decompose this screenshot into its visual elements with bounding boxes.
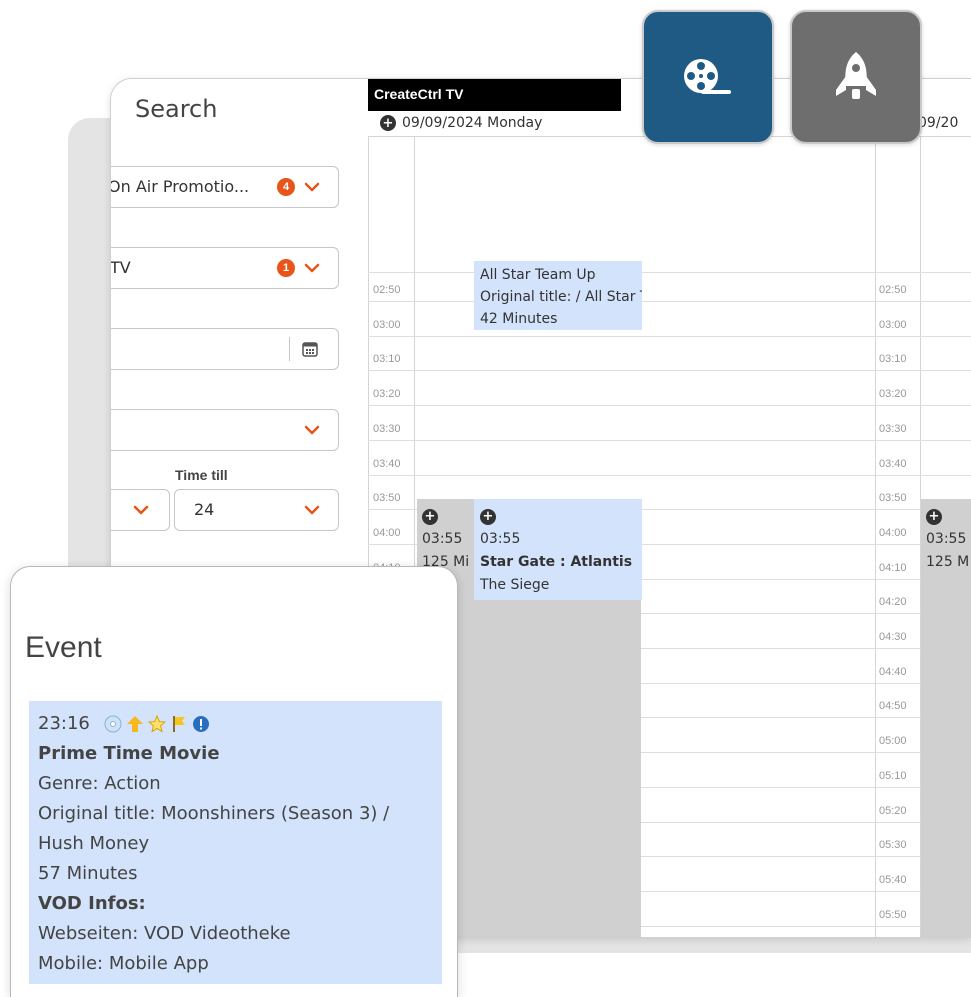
add-event-icon[interactable]: + bbox=[380, 115, 396, 131]
date-label: 09/09/2024 Monday bbox=[402, 115, 543, 131]
info-alert-icon bbox=[192, 716, 209, 732]
flag-icon bbox=[172, 716, 185, 732]
event-title: All Star Team Up bbox=[480, 267, 596, 283]
date-label-secondary: 09/20 bbox=[918, 115, 959, 131]
time-label: 05:10 bbox=[879, 769, 907, 782]
grid-line bbox=[368, 370, 971, 372]
event-original-title-cont: Hush Money bbox=[38, 833, 150, 854]
time-label: 03:50 bbox=[373, 492, 401, 505]
chevron-down-icon bbox=[304, 182, 320, 192]
time-label: 04:00 bbox=[373, 526, 401, 539]
channel-count-badge: 1 bbox=[277, 259, 295, 277]
chevron-down-icon bbox=[133, 505, 149, 515]
promotion-select-value: On Air Promotio... bbox=[111, 177, 250, 196]
event-time: 03:55 bbox=[480, 531, 521, 547]
rocket-tile-button[interactable] bbox=[790, 10, 922, 144]
time-label: 04:50 bbox=[879, 700, 907, 713]
event-genre: Genre: Action bbox=[38, 773, 161, 794]
vod-mobile: Mobile: Mobile App bbox=[38, 953, 209, 974]
time-label: 03:30 bbox=[373, 422, 401, 435]
time-label: 02:50 bbox=[879, 284, 907, 296]
time-label: 05:20 bbox=[879, 804, 907, 817]
film-tile-button[interactable] bbox=[642, 10, 774, 144]
chevron-down-icon bbox=[304, 505, 320, 515]
date-header-primary: + 09/09/2024 Monday bbox=[380, 115, 542, 131]
event-detail-body: 23:16 Prime Time Movie Genre: Action Ori… bbox=[29, 701, 442, 984]
chevron-down-icon bbox=[304, 425, 320, 435]
disc-icon bbox=[104, 715, 122, 733]
time-label: 05:50 bbox=[879, 908, 907, 921]
time-label: 03:40 bbox=[879, 457, 907, 470]
arrow-up-icon bbox=[126, 716, 143, 732]
time-label: 03:20 bbox=[373, 388, 401, 401]
time-label: 04:40 bbox=[879, 665, 907, 678]
event-duration: 125 M bbox=[926, 554, 970, 570]
event-time-row: 23:16 bbox=[38, 709, 433, 739]
time-label: 03:00 bbox=[373, 318, 401, 331]
grid-line bbox=[368, 405, 971, 407]
time-label: 04:00 bbox=[879, 526, 907, 539]
time-label: 03:20 bbox=[879, 388, 907, 401]
column-divider bbox=[875, 137, 876, 937]
calendar-icon[interactable] bbox=[302, 341, 318, 357]
time-label: 02:50 bbox=[373, 284, 401, 296]
event-block-all-star[interactable]: All Star Team Up Original title: / All S… bbox=[474, 261, 642, 330]
time-label: 03:00 bbox=[879, 318, 907, 331]
event-duration: 42 Minutes bbox=[480, 311, 558, 327]
event-detail-card: Event 23:16 Prime Time Movie Genre: Acti… bbox=[10, 566, 458, 997]
event-block-star-gate[interactable]: + 03:55 Star Gate : Atlantis The Siege bbox=[474, 499, 642, 600]
event-time: 03:55 bbox=[422, 531, 463, 547]
time-label: 03:30 bbox=[879, 422, 907, 435]
time-till-select[interactable]: 24 bbox=[174, 489, 339, 531]
add-event-icon[interactable]: + bbox=[422, 508, 438, 525]
event-time: 23:16 bbox=[38, 713, 90, 734]
time-label: 04:10 bbox=[879, 561, 907, 574]
promotion-select[interactable]: On Air Promotio... 4 bbox=[111, 166, 339, 208]
event-name: Prime Time Movie bbox=[38, 743, 220, 764]
schedule-grid: CreateCtrl TV + 09/09/2024 Monday 09/20 … bbox=[368, 79, 971, 937]
promotion-count-badge: 4 bbox=[277, 178, 295, 196]
grid-line bbox=[368, 474, 971, 476]
film-reel-icon bbox=[684, 59, 731, 94]
star-icon bbox=[147, 715, 166, 733]
rocket-icon bbox=[836, 52, 876, 99]
time-label: 05:40 bbox=[879, 873, 907, 886]
time-label: 05:30 bbox=[879, 839, 907, 852]
add-event-icon[interactable]: + bbox=[480, 508, 496, 525]
event-title: Star Gate : Atlantis bbox=[480, 554, 633, 570]
channel-select-value: TV bbox=[111, 258, 131, 277]
event-block-gray-right[interactable]: + 03:55 125 M bbox=[921, 499, 971, 589]
time-from-select[interactable] bbox=[111, 489, 170, 531]
type-select[interactable] bbox=[111, 409, 339, 451]
event-status-icons bbox=[104, 715, 210, 733]
grid-line bbox=[368, 335, 971, 337]
chevron-down-icon bbox=[304, 263, 320, 273]
grid-line bbox=[368, 272, 971, 273]
grid-line bbox=[368, 439, 971, 441]
event-original-title: Original title: / All Star T bbox=[480, 289, 642, 305]
search-title: Search bbox=[135, 95, 218, 123]
time-label: 03:10 bbox=[373, 353, 401, 366]
event-duration: 57 Minutes bbox=[38, 863, 138, 884]
time-label: 03:50 bbox=[879, 492, 907, 505]
time-label: 05:00 bbox=[879, 735, 907, 748]
date-field-divider bbox=[289, 337, 290, 361]
channel-header: CreateCtrl TV bbox=[368, 79, 621, 111]
time-label: 04:30 bbox=[879, 631, 907, 643]
date-field[interactable] bbox=[111, 328, 339, 370]
add-event-icon[interactable]: + bbox=[926, 508, 942, 525]
time-label: 03:10 bbox=[879, 353, 907, 366]
time-till-value: 24 bbox=[194, 500, 215, 519]
time-till-label: Time till bbox=[175, 467, 228, 483]
time-label: 03:40 bbox=[373, 457, 401, 470]
event-time: 03:55 bbox=[926, 531, 967, 547]
channel-select[interactable]: TV 1 bbox=[111, 247, 339, 289]
time-label: 04:20 bbox=[879, 596, 907, 609]
event-card-title: Event bbox=[25, 631, 102, 664]
event-subtitle: The Siege bbox=[480, 577, 550, 593]
vod-web: Webseiten: VOD Videotheke bbox=[38, 923, 291, 944]
grid-line bbox=[368, 301, 971, 302]
vod-heading: VOD Infos: bbox=[38, 893, 146, 914]
event-original-title: Original title: Moonshiners (Season 3) / bbox=[38, 803, 390, 824]
